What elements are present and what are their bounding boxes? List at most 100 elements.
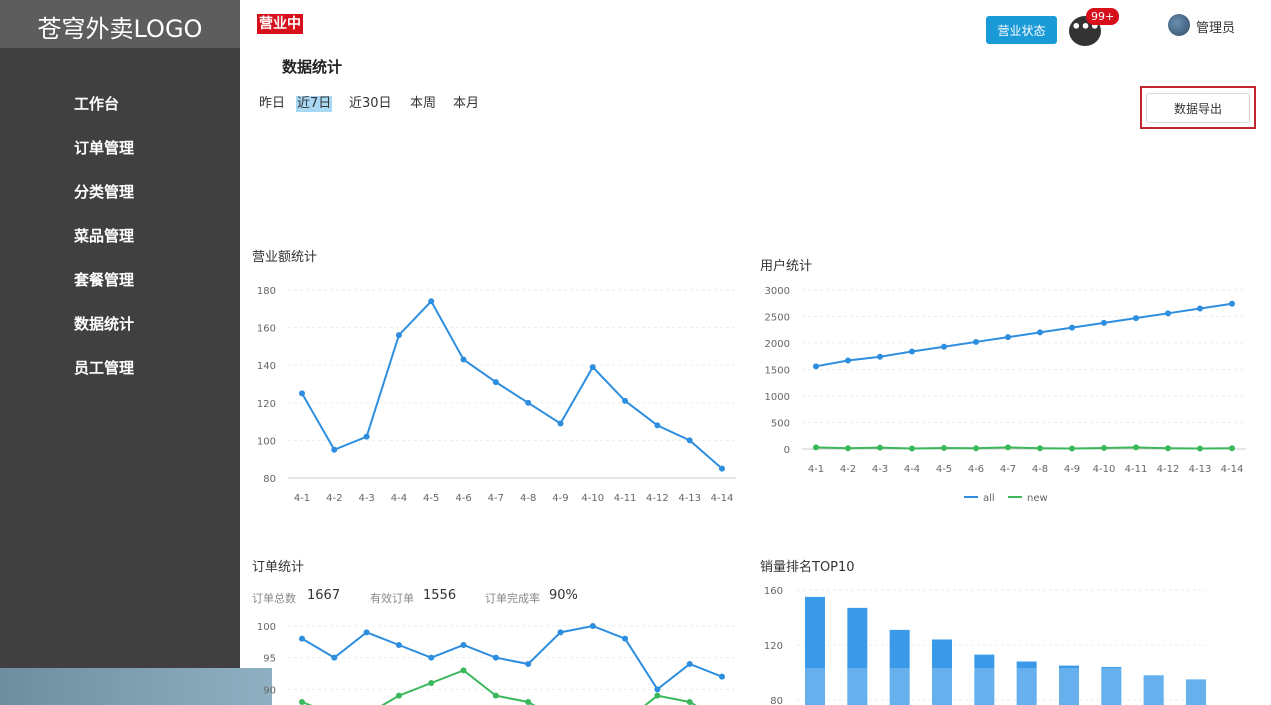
data-point [428, 298, 435, 305]
data-point [1005, 334, 1011, 341]
data-point [941, 343, 947, 350]
sales-bar-shade [889, 668, 910, 705]
data-point [525, 699, 532, 705]
data-point [525, 661, 532, 667]
data-point [589, 364, 596, 371]
data-point [1133, 315, 1139, 322]
x-tick-label: 4-1 [294, 493, 310, 504]
data-point [1197, 445, 1203, 452]
x-tick-label: 4-8 [1032, 464, 1048, 475]
data-point [492, 654, 499, 661]
data-point [460, 667, 467, 674]
data-point [331, 446, 338, 453]
y-tick-label: 1000 [765, 392, 790, 403]
data-point [492, 379, 499, 386]
data-point [909, 445, 915, 452]
x-tick-label: 4-9 [1064, 464, 1080, 475]
legend-label: all [983, 493, 995, 504]
data-point [1229, 300, 1235, 307]
x-tick-label: 4-9 [552, 493, 568, 504]
y-tick-label: 1500 [765, 366, 790, 377]
x-tick-label: 4-4 [391, 493, 407, 504]
data-point [686, 437, 693, 444]
data-point [719, 673, 725, 680]
data-point [557, 420, 564, 427]
x-tick-label: 4-2 [840, 464, 856, 475]
y-tick-label: 160 [257, 324, 276, 335]
sales-bar-shade [1016, 668, 1037, 705]
y-tick-label: 2500 [765, 313, 790, 324]
legend-label: new [1027, 493, 1048, 504]
data-point [1037, 445, 1043, 452]
sales-bar-shade [1186, 668, 1206, 705]
x-tick-label: 4-6 [455, 493, 471, 504]
x-tick-label: 4-11 [614, 493, 637, 504]
data-point [1037, 329, 1043, 336]
data-point [299, 390, 305, 397]
x-tick-label: 4-3 [872, 464, 888, 475]
data-point [1197, 305, 1203, 312]
data-point [973, 445, 979, 452]
y-tick-label: 500 [771, 419, 790, 430]
data-point [395, 642, 402, 648]
data-point [686, 661, 693, 667]
data-point [813, 444, 819, 451]
data-point [877, 353, 883, 360]
data-point [1069, 324, 1075, 331]
x-tick-label: 4-14 [1221, 464, 1244, 475]
data-point [719, 465, 725, 472]
sales-bar-shade [1059, 668, 1079, 705]
data-point [1005, 444, 1011, 451]
sales-bar-shade [847, 668, 868, 705]
data-point [1165, 445, 1171, 452]
x-tick-label: 4-5 [423, 493, 439, 504]
x-tick-label: 4-6 [968, 464, 984, 475]
sales-bar-shade [805, 668, 825, 705]
data-point [589, 623, 596, 629]
data-point [460, 356, 467, 363]
data-point [363, 629, 370, 636]
x-tick-label: 4-5 [936, 464, 952, 475]
y-tick-label: 80 [263, 474, 276, 485]
revenue-line-chart: 80 100 120 140 160 180 4-1 4-2 4-3 4-4 4-5 4-6 4-7 4-… [257, 286, 1246, 705]
x-tick-label: 4-8 [520, 493, 536, 504]
y-tick-label: 120 [257, 399, 276, 410]
x-tick-label: 4-12 [646, 493, 669, 504]
y-tick-label: 180 [257, 286, 276, 297]
data-point [395, 332, 402, 339]
data-point [654, 422, 661, 429]
data-point [428, 654, 435, 661]
data-point [845, 357, 851, 364]
data-point [331, 654, 338, 661]
data-point [395, 692, 402, 699]
x-tick-label: 4-4 [904, 464, 920, 475]
y-tick-label: 100 [257, 622, 276, 633]
data-point [299, 635, 305, 642]
x-tick-label: 4-13 [1189, 464, 1212, 475]
data-point [1101, 444, 1107, 451]
data-point [654, 692, 661, 699]
y-tick-label: 120 [764, 641, 783, 652]
series-line [301, 299, 723, 470]
x-tick-label: 4-3 [358, 493, 374, 504]
sales-bar-shade [1101, 668, 1122, 705]
x-tick-label: 4-10 [1093, 464, 1116, 475]
data-point [428, 680, 435, 686]
x-tick-label: 4-10 [581, 493, 604, 504]
data-point [973, 338, 979, 345]
y-tick-label: 0 [784, 445, 790, 456]
data-point [460, 642, 467, 648]
data-point [622, 635, 629, 642]
data-point [941, 444, 947, 451]
x-tick-label: 4-2 [326, 493, 342, 504]
data-point [909, 348, 915, 355]
y-tick-label: 2000 [765, 339, 790, 350]
y-tick-label: 95 [263, 654, 276, 665]
x-tick-label: 4-11 [1125, 464, 1148, 475]
y-tick-label: 160 [764, 586, 783, 597]
data-point [492, 692, 499, 699]
x-tick-label: 4-1 [808, 464, 824, 475]
data-point [813, 363, 819, 370]
y-tick-label: 100 [257, 436, 276, 447]
y-tick-label: 90 [263, 685, 276, 696]
